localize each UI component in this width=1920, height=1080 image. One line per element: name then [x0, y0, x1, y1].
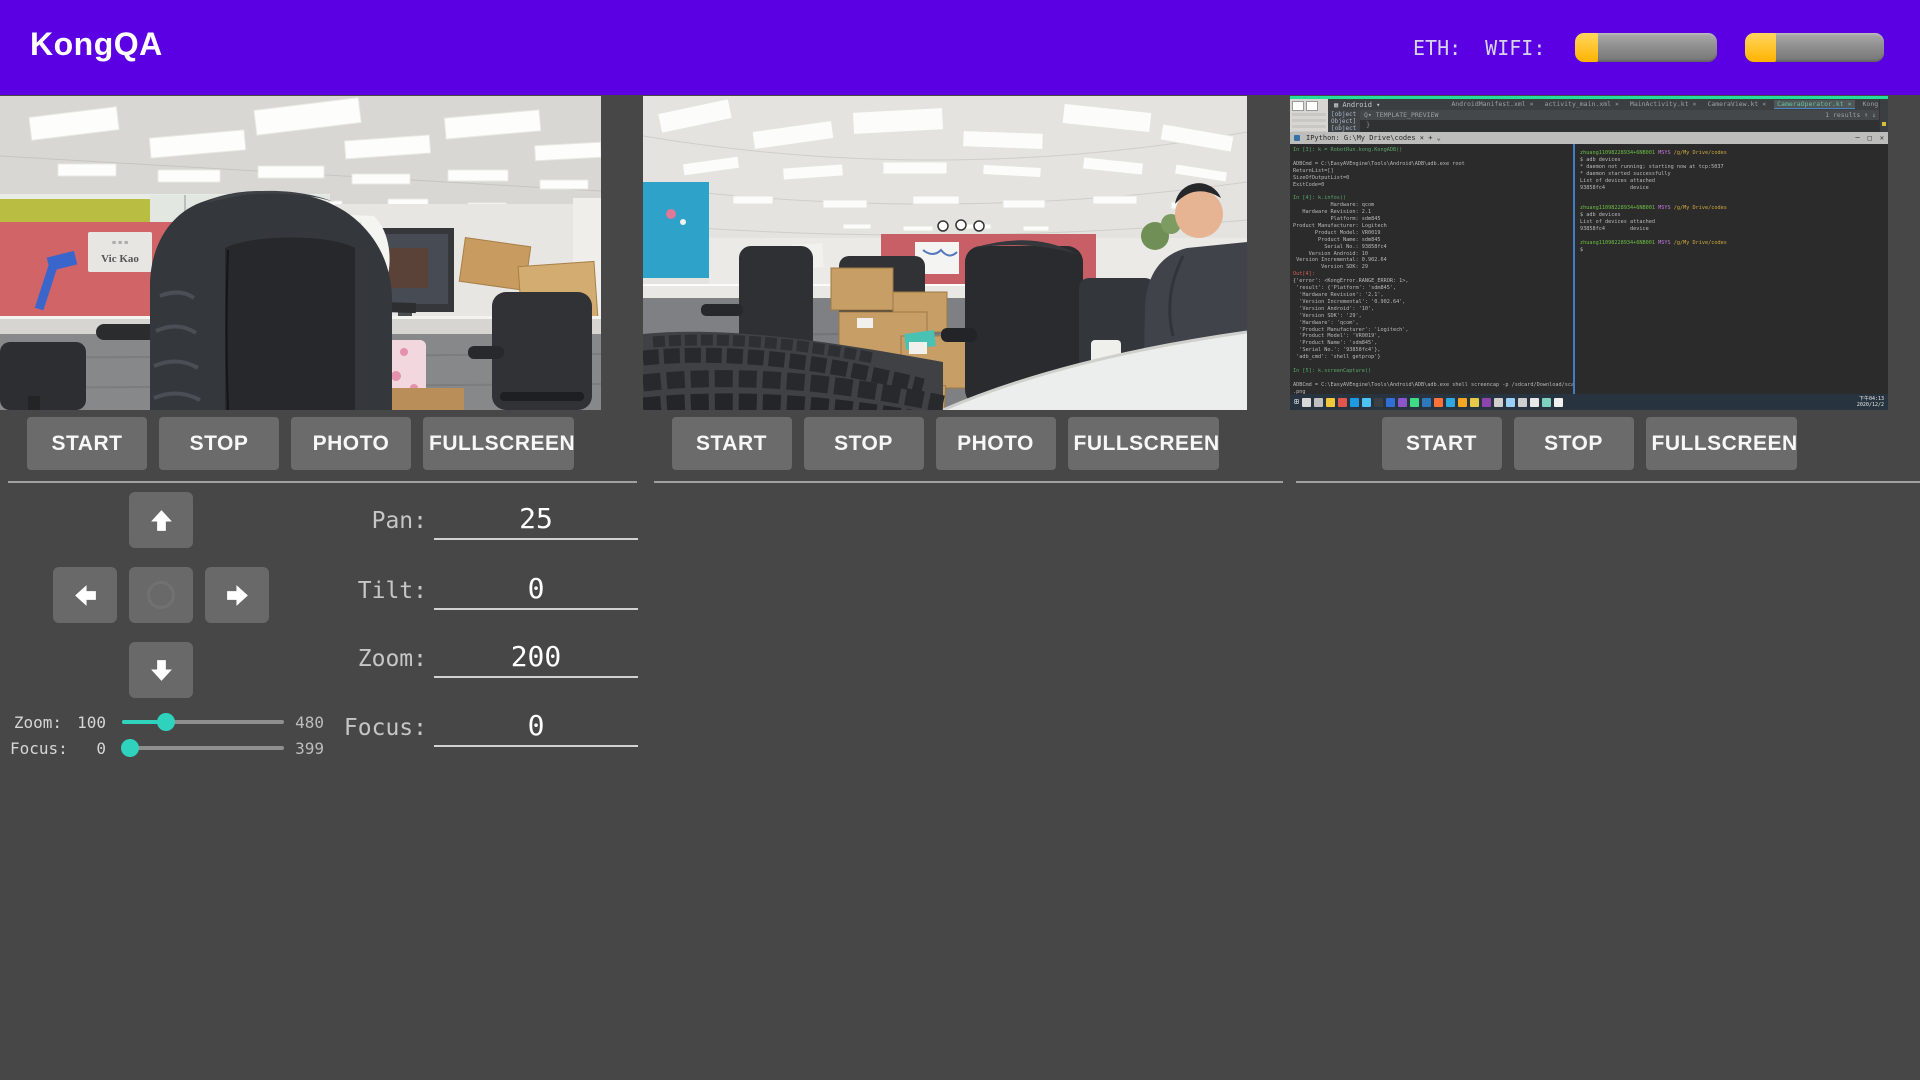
ide-search-text: Q▾ TEMPLATE_PREVIEW [1364, 111, 1438, 119]
pan-field-label: Pan: [0, 502, 427, 540]
camera-2-controls: START STOP PHOTO FULLSCREEN [643, 417, 1247, 470]
ipython-console-pane: In [3]: k = RobotRun.kong.KongADB()ADBCm… [1290, 144, 1573, 394]
background-window-icon [1306, 101, 1318, 111]
taskbar-app-icon [1362, 398, 1371, 407]
focus-field-label: Focus: [0, 709, 427, 747]
focus-field-row: Focus: 0 [0, 709, 640, 747]
kongqa-app: KongQA ETH: WIFI: [0, 0, 1920, 1080]
captured-desktop: ▦ Android ▾ AndroidManifest.xml ×activit… [1290, 96, 1888, 410]
close-icon: ✕ [1880, 134, 1884, 142]
ide-project-selector: ▦ Android ▾ [1334, 101, 1380, 109]
wifi-status-fill [1745, 33, 1776, 62]
eth-status-bar [1575, 33, 1717, 62]
python-icon [1294, 135, 1300, 141]
taskbar-app-icon [1446, 398, 1455, 407]
taskbar-app-icon [1350, 398, 1359, 407]
sign-text: Vic Kao [101, 253, 139, 265]
stop-button[interactable]: STOP [159, 417, 279, 470]
camera-feed-2 [643, 96, 1247, 410]
pan-field-input[interactable]: 25 [434, 502, 638, 540]
focus-field-input[interactable]: 0 [434, 709, 638, 747]
windows-taskbar: ⊞ 下午04:13 2020/12/2 [1290, 394, 1888, 410]
ide-search-bar: Q▾ TEMPLATE_PREVIEW 1 results ↑ ↓ [1360, 110, 1880, 120]
ide-search-results: 1 results ↑ ↓ [1825, 111, 1876, 119]
stop-button[interactable]: STOP [1514, 417, 1634, 470]
taskbar-app-icon [1422, 398, 1431, 407]
pan-field-row: Pan: 25 [0, 502, 640, 540]
app-title: KongQA [30, 26, 163, 63]
wifi-status-bar [1745, 33, 1884, 62]
sign-small-text: ≡ ≡ ≡ [112, 240, 128, 247]
fullscreen-button[interactable]: FULLSCREEN [423, 417, 574, 470]
start-button[interactable]: START [27, 417, 147, 470]
taskbar-app-icon [1530, 398, 1539, 407]
camera-3-controls: START STOP FULLSCREEN [1290, 417, 1888, 470]
camera-1-controls: START STOP PHOTO FULLSCREEN [0, 417, 601, 470]
column-separator [654, 481, 1283, 483]
taskbar-app-icon [1314, 398, 1323, 407]
start-button[interactable]: START [1382, 417, 1502, 470]
taskbar-app-icon [1542, 398, 1551, 407]
wifi-label: WIFI: [1485, 36, 1545, 60]
fullscreen-button[interactable]: FULLSCREEN [1068, 417, 1219, 470]
background-window-icon [1292, 101, 1304, 111]
start-button[interactable]: START [672, 417, 792, 470]
eth-label: ETH: [1413, 36, 1461, 60]
column-separator [8, 481, 637, 483]
taskbar-app-icon [1458, 398, 1467, 407]
taskbar-app-icon [1434, 398, 1443, 407]
taskbar-icons [1302, 398, 1563, 407]
taskbar-app-icon [1494, 398, 1503, 407]
maximize-icon: □ [1868, 134, 1872, 142]
window-controls: ─ □ ✕ [1855, 134, 1884, 142]
console-window-body: In [3]: k = RobotRun.kong.KongADB()ADBCm… [1290, 144, 1888, 394]
msys-terminal-pane: zhuang11098228934+6NB001 MSYS /g/My Driv… [1575, 144, 1888, 394]
fullscreen-button[interactable]: FULLSCREEN [1646, 417, 1797, 470]
taskbar-app-icon [1374, 398, 1383, 407]
taskbar-clock: 下午04:13 2020/12/2 [1857, 396, 1884, 408]
taskbar-app-icon [1326, 398, 1335, 407]
taskbar-app-icon [1470, 398, 1479, 407]
tilt-field-row: Tilt: 0 [0, 572, 640, 610]
console-window-title: IPython: G:\My Drive\codes × + ⌄ [1306, 134, 1441, 142]
ide-scroll-marker [1882, 122, 1886, 126]
office-scene-chair: ≡ ≡ ≡ Vic Kao [0, 96, 601, 410]
ide-tab-bar: AndroidManifest.xml ×activity_main.xml ×… [1448, 100, 1888, 109]
zoom-field-row: Zoom: 200 [0, 640, 640, 678]
stop-button[interactable]: STOP [804, 417, 924, 470]
taskbar-app-icon [1506, 398, 1515, 407]
office-scene-wide [643, 96, 1247, 410]
network-labels: ETH: WIFI: [1413, 0, 1545, 95]
zoom-field-input[interactable]: 200 [434, 640, 638, 678]
clock-date: 2020/12/2 [1857, 402, 1884, 408]
zoom-field-label: Zoom: [0, 640, 427, 678]
tilt-field-input[interactable]: 0 [434, 572, 638, 610]
camera-feed-1: ≡ ≡ ≡ Vic Kao [0, 96, 601, 410]
taskbar-app-icon [1302, 398, 1311, 407]
taskbar-app-icon [1410, 398, 1419, 407]
app-header: KongQA ETH: WIFI: [0, 0, 1920, 95]
photo-button[interactable]: PHOTO [291, 417, 411, 470]
eth-status-fill [1575, 33, 1598, 62]
minimize-icon: ─ [1855, 134, 1859, 142]
taskbar-app-icon [1338, 398, 1347, 407]
column-separator [1296, 481, 1920, 483]
ide-scroll-strip [1879, 99, 1888, 132]
ide-project-tree: [object Object][object Object][object Ob… [1328, 110, 1360, 132]
taskbar-app-icon [1518, 398, 1527, 407]
taskbar-app-icon [1482, 398, 1491, 407]
photo-button[interactable]: PHOTO [936, 417, 1056, 470]
taskbar-app-icon [1398, 398, 1407, 407]
ide-editor-strip: } [1360, 120, 1880, 132]
tilt-field-label: Tilt: [0, 572, 427, 610]
windows-start-icon: ⊞ [1294, 398, 1299, 406]
camera-feed-3: ▦ Android ▾ AndroidManifest.xml ×activit… [1290, 96, 1888, 410]
console-window-titlebar: IPython: G:\My Drive\codes × + ⌄ ─ □ ✕ [1290, 132, 1888, 144]
taskbar-app-icon [1386, 398, 1395, 407]
taskbar-app-icon [1554, 398, 1563, 407]
android-studio-window: ▦ Android ▾ AndroidManifest.xml ×activit… [1290, 99, 1888, 132]
